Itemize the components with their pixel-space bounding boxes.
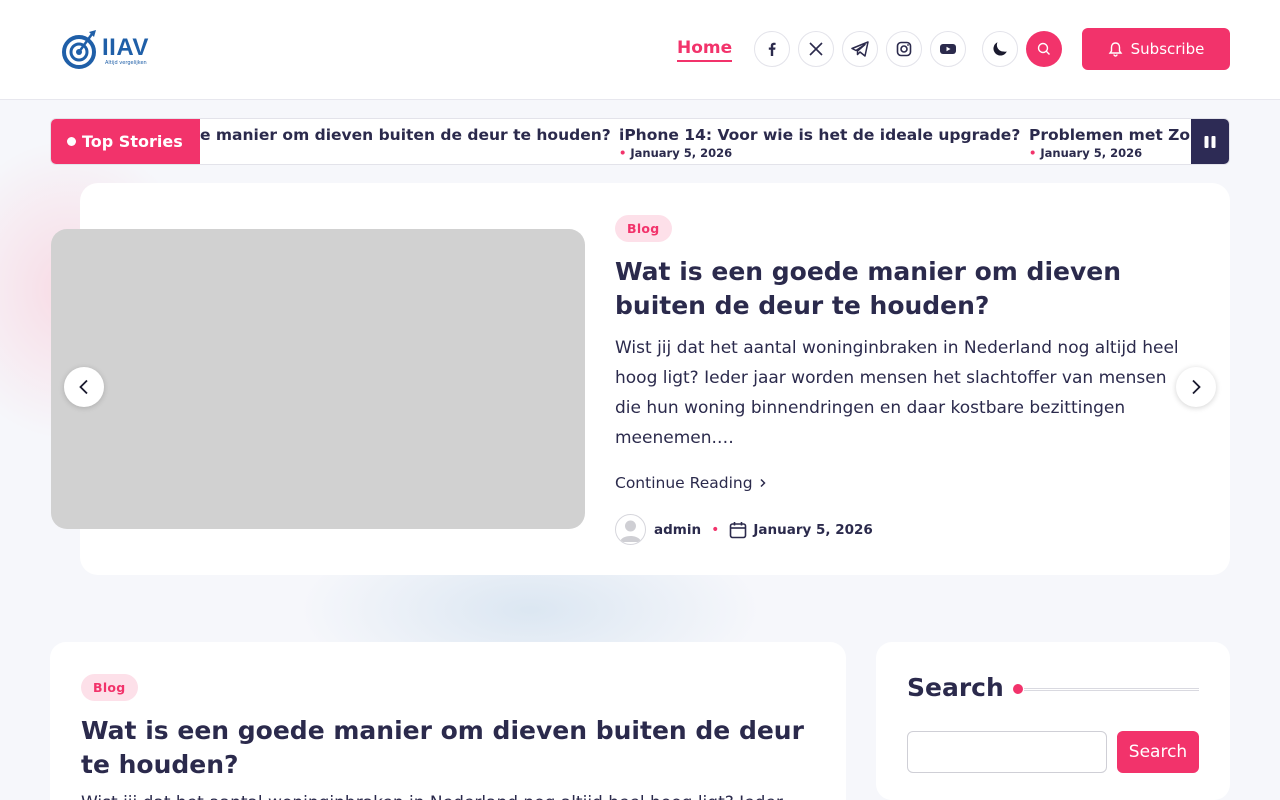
featured-title[interactable]: Wat is een goede manier om dieven buiten…: [615, 255, 1175, 323]
ticker-item[interactable]: e manier om dieven buiten de deur te hou…: [200, 126, 611, 144]
user-avatar-icon: [620, 520, 641, 542]
post-meta: admin • January 5, 2026: [615, 514, 873, 545]
featured-image[interactable]: [51, 229, 585, 529]
facebook-icon: [768, 42, 776, 56]
search-widget: [876, 642, 1230, 800]
post-excerpt: Wist jij dat het aantal woninginbraken i…: [81, 792, 821, 800]
header-search-button[interactable]: [1026, 31, 1062, 67]
telegram-icon: [851, 41, 869, 57]
pause-icon: [1204, 135, 1216, 148]
widget-title: Search: [907, 673, 1004, 702]
widget-title-dot: [1013, 684, 1023, 694]
category-badge[interactable]: Blog: [81, 674, 138, 701]
logo-wordmark: IIAV: [102, 34, 149, 61]
search-icon: [1037, 42, 1050, 55]
avatar[interactable]: [615, 514, 646, 545]
x-twitter-icon: [809, 42, 823, 56]
ticker-pause-button[interactable]: [1191, 119, 1229, 164]
ticker-dot-icon: [67, 137, 76, 146]
post-date[interactable]: January 5, 2026: [753, 522, 872, 538]
ticker-track: e manier om dieven buiten de deur te hou…: [200, 119, 1192, 164]
dark-mode-toggle[interactable]: [982, 31, 1018, 67]
chevron-right-icon: [760, 478, 766, 488]
continue-reading-link[interactable]: Continue Reading: [615, 474, 767, 492]
search-button[interactable]: Search: [1117, 731, 1199, 773]
instagram-button[interactable]: [886, 31, 922, 67]
search-input[interactable]: [907, 731, 1107, 773]
top-stories-ticker: Top Stories e manier om dieven buiten de…: [50, 118, 1230, 165]
category-badge[interactable]: Blog: [615, 215, 672, 242]
x-twitter-button[interactable]: [798, 31, 834, 67]
subscribe-label: Subscribe: [1130, 40, 1205, 58]
featured-excerpt: Wist jij dat het aantal woninginbraken i…: [615, 338, 1179, 448]
ticker-item[interactable]: iPhone 14: Voor wie is het de ideale upg…: [619, 126, 1020, 160]
site-logo[interactable]: IIAV Altijd vergelijken: [62, 28, 162, 70]
youtube-button[interactable]: [930, 31, 966, 67]
facebook-button[interactable]: [754, 31, 790, 67]
logo-tagline: Altijd vergelijken: [105, 60, 147, 66]
ticker-label: Top Stories: [51, 119, 200, 164]
author-name[interactable]: admin: [654, 522, 701, 538]
ticker-item[interactable]: Problemen met Zon • January 5, 2026: [1029, 126, 1192, 160]
meta-separator: •: [711, 521, 720, 538]
ticker-item-date: • January 5, 2026: [619, 146, 733, 160]
continue-reading-label: Continue Reading: [615, 474, 753, 492]
calendar-icon: [730, 521, 747, 538]
post-title[interactable]: Wat is een goede manier om dieven buiten…: [81, 714, 821, 782]
youtube-icon: [940, 44, 956, 54]
nav-home-link[interactable]: Home: [677, 38, 733, 62]
instagram-icon: [896, 41, 912, 57]
telegram-button[interactable]: [842, 31, 878, 67]
subscribe-button[interactable]: Subscribe: [1082, 28, 1230, 70]
chevron-right-icon: [1192, 379, 1201, 395]
target-logo-icon: [62, 30, 96, 69]
slider-prev-button[interactable]: [64, 367, 104, 407]
ticker-item-title: Problemen met Zon: [1029, 126, 1192, 144]
ticker-label-text: Top Stories: [82, 132, 183, 151]
chevron-left-icon: [79, 379, 88, 395]
ticker-item-title: e manier om dieven buiten de deur te hou…: [200, 126, 611, 144]
ticker-item-date: • January 5, 2026: [1029, 146, 1143, 160]
bell-icon: [1108, 42, 1123, 57]
site-header: IIAV Altijd vergelijken Home Subscribe: [0, 0, 1280, 100]
moon-icon: [993, 42, 1007, 56]
ticker-item-title: iPhone 14: Voor wie is het de ideale upg…: [619, 126, 1021, 144]
widget-title-divider: [1024, 688, 1199, 691]
